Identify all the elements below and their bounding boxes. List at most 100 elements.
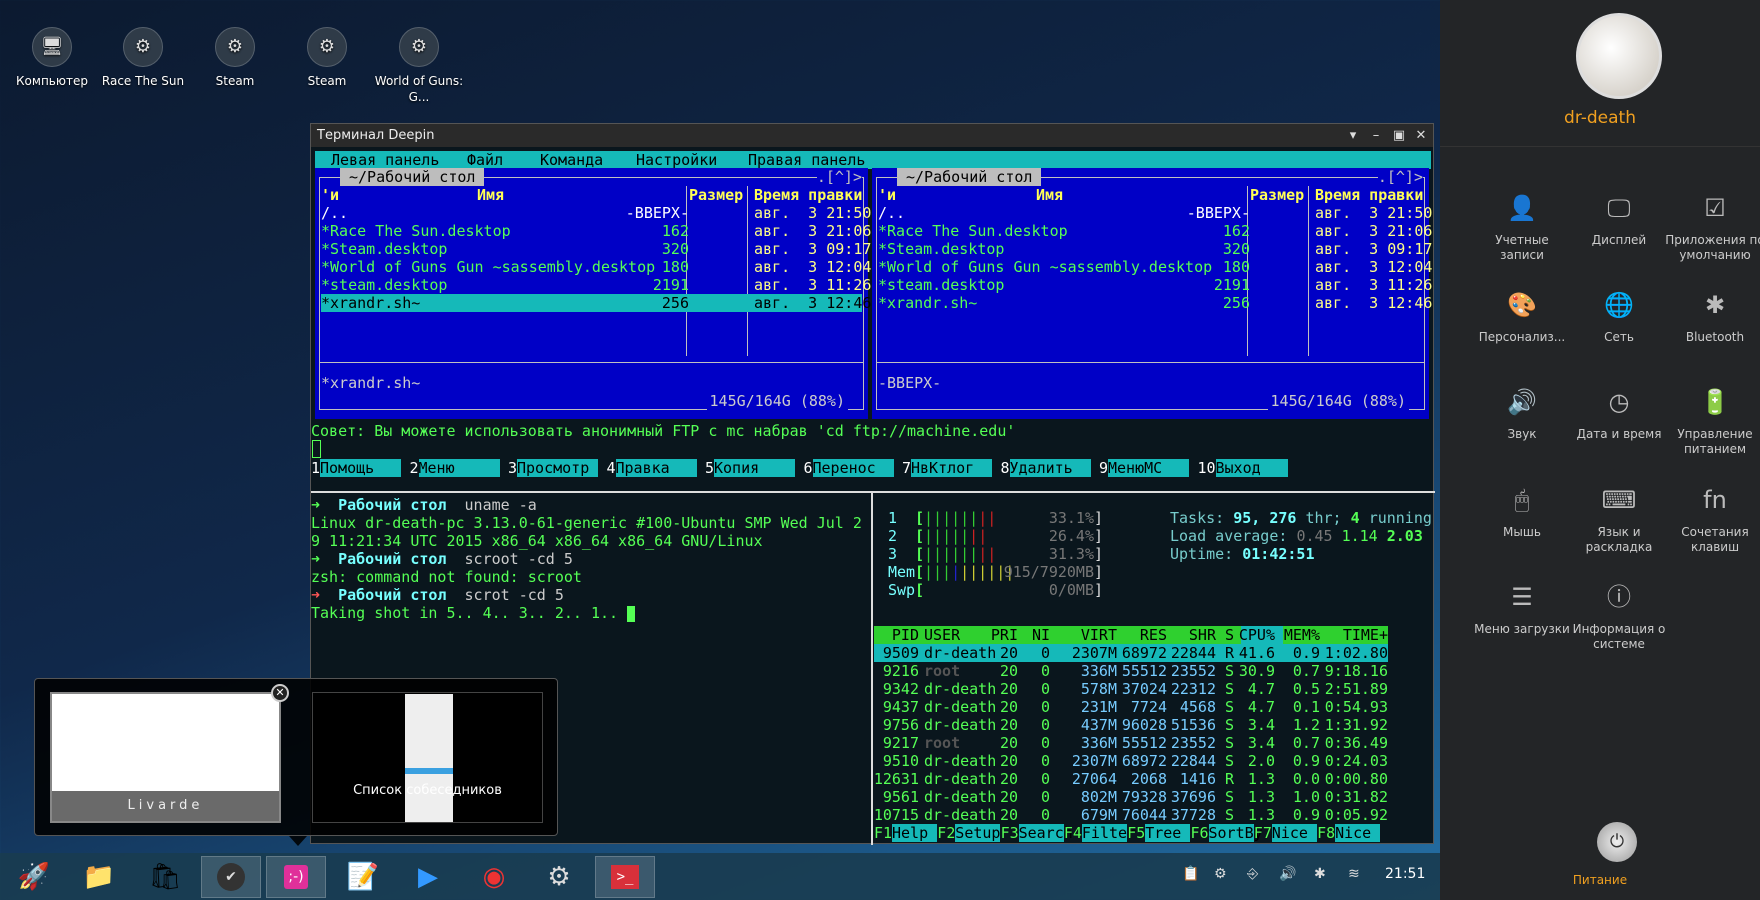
settings-item[interactable]: 🖵 Дисплей [1569, 193, 1669, 248]
file-row[interactable]: *xrandr.sh~ 256 авг. 3 12:46 [878, 294, 1432, 312]
fkey-1[interactable]: Меню [418, 459, 500, 477]
fkey-4[interactable]: Копия [714, 459, 795, 477]
settings-item[interactable]: 👤 Учетные записи [1472, 193, 1572, 263]
settings-item[interactable]: 🎨 Персонализ... [1472, 290, 1572, 345]
minimize-button[interactable]: – [1366, 124, 1386, 147]
column-user[interactable]: USER [924, 626, 960, 644]
file-row[interactable]: *Steam.desktop 320 авг. 3 09:17 [878, 240, 1432, 258]
fkey-6[interactable]: Nice - [1271, 824, 1326, 842]
file-row[interactable]: *World of Guns Gun ~sassembly.desktop 180… [321, 258, 871, 276]
power-button[interactable]: ⏻ [1597, 822, 1637, 862]
wifi-icon[interactable]: ≋ [1348, 866, 1360, 882]
settings-item[interactable]: ☰ Меню загрузки [1472, 582, 1572, 637]
desktop-icon[interactable]: ⚙ Steam [190, 27, 280, 89]
desktop-icon[interactable]: ⚙ Race The Sun [98, 27, 188, 89]
mc-left-panel[interactable]: ~/Рабочий стол .[^]> 'и Имя Размер Время прав… [315, 168, 871, 419]
settings-item[interactable]: ☑ Приложения по умолчанию [1665, 193, 1760, 263]
fkey-0[interactable]: Help [892, 824, 937, 842]
header-time[interactable]: Время правки [754, 186, 862, 204]
column-shr[interactable]: SHR [1189, 626, 1216, 644]
fkey-5[interactable]: SortBy [1208, 824, 1263, 842]
fkey-1[interactable]: Setup [955, 824, 1000, 842]
header-name[interactable]: Имя [477, 186, 504, 204]
file-row[interactable]: *World of Guns Gun ~sassembly.desktop 180… [878, 258, 1432, 276]
column-pid[interactable]: PID [892, 626, 919, 644]
fkey-6[interactable]: НвКтлог [911, 459, 992, 477]
fkey-3[interactable]: Filter [1081, 824, 1136, 842]
fkey-2[interactable]: Search [1018, 824, 1073, 842]
panel-corner[interactable]: .[^]> [1377, 168, 1423, 186]
mc-menu-item[interactable]: Левая панель [331, 151, 439, 169]
fkey-4[interactable]: Tree [1145, 824, 1191, 842]
settings-item[interactable]: ⌨ Язык и раскладка [1569, 485, 1669, 555]
clock[interactable]: 21:51 [1385, 866, 1425, 882]
mc-menu-item[interactable]: Команда [540, 151, 603, 169]
settings-item[interactable]: ⓘ Информация о системе [1569, 582, 1669, 652]
taskbar-launcher[interactable]: 🚀 [4, 856, 64, 898]
split-divider-vertical[interactable] [871, 491, 873, 845]
column-mem[interactable]: MEM% [1284, 626, 1320, 644]
process-row[interactable]: 9756 dr-death 20 0 437M 96028 51536 S 3.4 1.2 1:31… [874, 716, 1388, 734]
file-row[interactable]: /.. -ВВЕРХ-авг. 3 21:50 [321, 204, 871, 222]
desktop-icon[interactable]: ⚙ Steam [282, 27, 372, 89]
column-cpu[interactable]: CPU% [1239, 626, 1275, 644]
taskbar-terminal[interactable]: >_ [595, 856, 655, 898]
fkey-7[interactable]: Удалить [1009, 459, 1091, 477]
file-row[interactable]: *Steam.desktop 320 авг. 3 09:17 [321, 240, 871, 258]
fkey-9[interactable]: Выход [1215, 459, 1288, 477]
menu-icon[interactable]: ▾ [1343, 124, 1363, 147]
settings-item[interactable]: fn Сочетания клавиш [1665, 485, 1760, 555]
mc-menu-item[interactable]: Правая панель [748, 151, 865, 169]
file-row[interactable]: *xrandr.sh~ 256 авг. 3 12:46 [321, 294, 871, 312]
mc-menu-item[interactable]: Настройки [636, 151, 717, 169]
fkey-0[interactable]: Помощь [320, 459, 401, 477]
sort-indicator[interactable]: 'и [878, 186, 896, 204]
column-virt[interactable]: VIRT [1081, 626, 1117, 644]
process-row[interactable]: 9216 root 20 0 336M 55512 23552 S 30.9 0.7 9:18.16 [874, 662, 1388, 680]
process-row[interactable]: 9437 dr-death 20 0 231M 7724 4568 S 4.7 0.1 0:54.9… [874, 698, 1388, 716]
shell-pane[interactable]: ➜ Рабочий стол uname -a Linux dr-death-pc… [311, 496, 869, 622]
taskbar-settings[interactable]: ⚙ [529, 856, 589, 898]
taskbar-video-player[interactable]: ▶ [398, 856, 458, 898]
mc-menu-item[interactable]: Файл [467, 151, 503, 169]
file-row[interactable]: *steam.desktop 2191 авг. 3 11:26 [321, 276, 871, 294]
process-row[interactable]: 10715 dr-death 20 0 679M 76044 37728 S 1.3 0.9 0:0… [874, 806, 1388, 824]
window-thumbnail-contacts[interactable]: Список собеседников [312, 692, 543, 823]
fkey-5[interactable]: Перенос [812, 459, 894, 477]
file-row[interactable]: /.. -ВВЕРХ-авг. 3 21:50 [878, 204, 1432, 222]
process-row[interactable]: 9342 dr-death 20 0 578M 37024 22312 S 4.7 0.5 2:51… [874, 680, 1388, 698]
column-s[interactable]: S [1225, 626, 1234, 644]
column-pri[interactable]: PRI [991, 626, 1018, 644]
close-button[interactable]: ✕ [1411, 124, 1431, 147]
close-icon[interactable]: ✕ [271, 684, 289, 702]
settings-item[interactable]: ✱ Bluetooth [1665, 290, 1760, 345]
settings-item[interactable]: 🖱 Мышь [1472, 485, 1572, 540]
clipboard-icon[interactable]: 📋 [1182, 866, 1199, 882]
process-row[interactable]: 9217 root 20 0 336M 55512 23552 S 3.4 0.7 0:36.49 [874, 734, 1388, 752]
process-row[interactable]: 9561 dr-death 20 0 802M 79328 37696 S 1.3 1.0 0:31… [874, 788, 1388, 806]
bluetooth-icon[interactable]: ✱ [1314, 866, 1326, 882]
volume-icon[interactable]: 🔊 [1279, 866, 1296, 882]
fkey-8[interactable]: МенюМС [1108, 459, 1189, 477]
column-res[interactable]: RES [1140, 626, 1167, 644]
file-row[interactable]: *Race The Sun.desktop 162 авг. 3 21:06 [321, 222, 871, 240]
process-row[interactable]: 9509 dr-death 20 0 2307M 68972 22844 R 41.6 0.9 1:… [874, 644, 1388, 662]
taskbar-store[interactable]: 🛍 [135, 856, 195, 898]
avatar[interactable] [1576, 13, 1662, 99]
file-row[interactable]: *steam.desktop 2191 авг. 3 11:26 [878, 276, 1432, 294]
fkey-7[interactable]: Nice [1335, 824, 1381, 842]
process-row[interactable]: 9510 dr-death 20 0 2307M 68972 22844 S 2.0 0.9 0:2… [874, 752, 1388, 770]
taskbar-steam[interactable]: ✔ [201, 856, 261, 898]
steam-icon[interactable]: ⚙ [1214, 866, 1227, 882]
terminal-titlebar[interactable]: Терминал Deepin ▾ – ▣ ✕ [311, 124, 1433, 147]
file-row[interactable]: *Race The Sun.desktop 162 авг. 3 21:06 [878, 222, 1432, 240]
taskbar-text-editor[interactable]: 📝 [333, 856, 393, 898]
taskbar-file-manager[interactable]: 📁 [69, 856, 129, 898]
column-ni[interactable]: NI [1032, 626, 1050, 644]
header-time[interactable]: Время правки [1315, 186, 1423, 204]
process-row[interactable]: 12631 dr-death 20 0 27064 2068 1416 R 1.3 0.0 0:00… [874, 770, 1388, 788]
settings-item[interactable]: 🔊 Звук [1472, 387, 1572, 442]
taskbar-chrome[interactable]: ◉ [464, 856, 524, 898]
settings-item[interactable]: 🔋 Управление питанием [1665, 387, 1760, 457]
taskbar-messenger[interactable]: ;-) [266, 856, 326, 898]
